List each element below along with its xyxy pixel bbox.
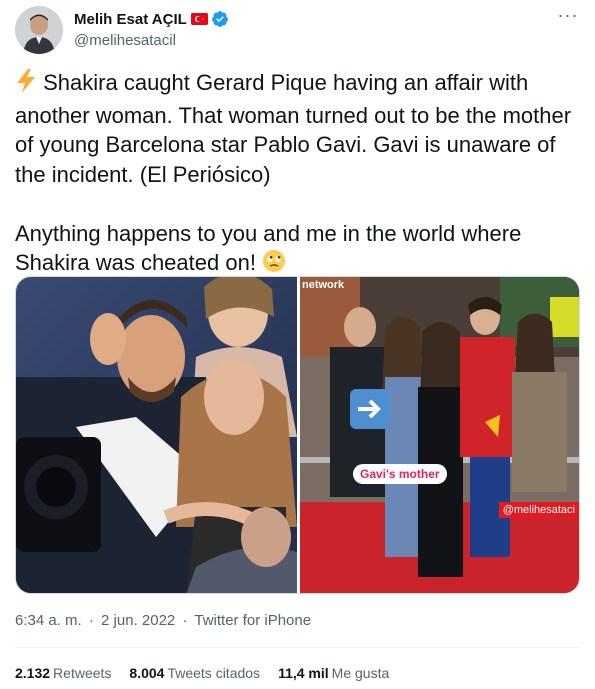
turkey-flag-icon bbox=[190, 13, 208, 25]
tweet-meta: 6:34 a. m. · 2 jun. 2022 · Twitter for i… bbox=[15, 612, 314, 629]
likes-count: 11,4 mil bbox=[278, 665, 329, 681]
meta-separator: · bbox=[88, 612, 94, 629]
meta-separator-2: · bbox=[182, 612, 188, 629]
tweet-paragraph-2: Anything happens to you and me in the wo… bbox=[15, 219, 575, 281]
tweet-time[interactable]: 6:34 a. m. bbox=[15, 612, 82, 629]
verified-badge-icon bbox=[211, 10, 229, 28]
tweet-stats: 2.132 Retweets 8.004 Tweets citados 11,4 m… bbox=[15, 665, 389, 681]
media-photo-right[interactable]: network Gavi's mother @melihesataci bbox=[300, 277, 579, 593]
retweets-count: 2.132 bbox=[15, 665, 51, 681]
media-watermark: @melihesataci bbox=[498, 502, 579, 518]
tweet-header: Melih Esat AÇIL @melihesatacil ··· bbox=[15, 6, 580, 54]
tweet-date[interactable]: 2 jun. 2022 bbox=[101, 612, 175, 629]
tweet-media[interactable]: network Gavi's mother @melihesataci bbox=[15, 276, 580, 594]
lightning-emoji bbox=[15, 69, 37, 101]
media-brand-label: network bbox=[302, 279, 345, 291]
display-name[interactable]: Melih Esat AÇIL bbox=[74, 11, 187, 28]
media-caption-tag: Gavi's mother bbox=[353, 464, 447, 484]
avatar[interactable] bbox=[15, 6, 63, 54]
retweets-stat[interactable]: 2.132 Retweets bbox=[15, 665, 111, 681]
likes-label: Me gusta bbox=[331, 665, 390, 681]
media-photo-left[interactable] bbox=[16, 277, 297, 593]
tweet-paragraph-1: Shakira caught Gerard Pique having an af… bbox=[15, 68, 575, 189]
author-names: Melih Esat AÇIL @melihesatacil bbox=[74, 10, 229, 49]
quotes-stat[interactable]: 8.004 Tweets citados bbox=[129, 665, 260, 681]
retweets-label: Retweets bbox=[53, 665, 112, 681]
tweet-paragraph-1-text: Shakira caught Gerard Pique having an af… bbox=[15, 70, 572, 187]
likes-stat[interactable]: 11,4 mil Me gusta bbox=[278, 665, 389, 681]
tweet-text: Shakira caught Gerard Pique having an af… bbox=[15, 68, 575, 281]
divider bbox=[15, 647, 580, 648]
handle[interactable]: @melihesatacil bbox=[74, 32, 229, 49]
quotes-count: 8.004 bbox=[129, 665, 165, 681]
tweet-source[interactable]: Twitter for iPhone bbox=[194, 612, 311, 629]
quotes-label: Tweets citados bbox=[167, 665, 261, 681]
more-options-icon[interactable]: ··· bbox=[556, 6, 580, 28]
